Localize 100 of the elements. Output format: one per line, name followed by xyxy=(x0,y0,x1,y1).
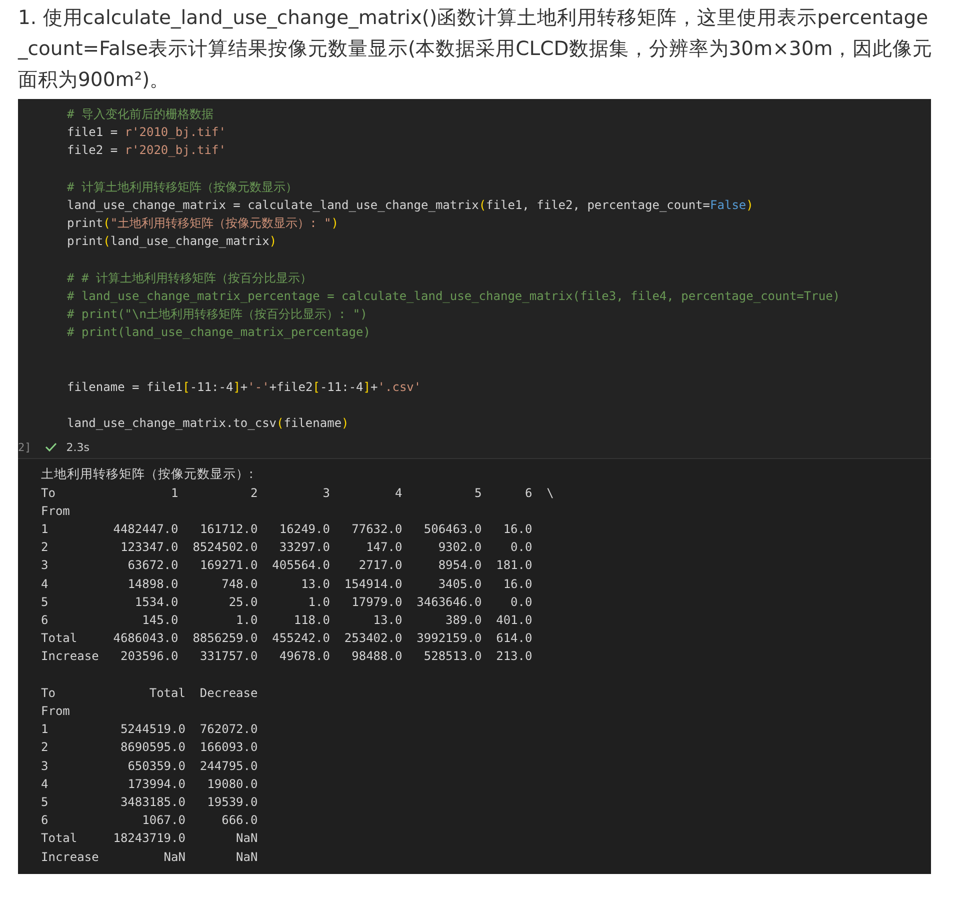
table-cell-text: 1.0 xyxy=(307,594,330,611)
row-label: 2 xyxy=(41,539,50,556)
table-cell-text: 8524502.0 xyxy=(192,539,258,556)
table-cell-text: 213.0 xyxy=(495,648,532,666)
row-label: Increase xyxy=(41,648,99,666)
code-line: file2 = r'2020_bj.tif' xyxy=(67,142,226,160)
row-label: 6 xyxy=(41,812,50,830)
code-line: # # 计算土地利用转移矩阵（按百分比显示） xyxy=(67,270,312,287)
table-cell-text: 650359.0 xyxy=(126,758,186,775)
table-cell-text: 3405.0 xyxy=(437,576,482,593)
table-cell-text: 506463.0 xyxy=(422,520,482,538)
table-cell-text: 17979.0 xyxy=(350,594,402,611)
column-header: 5 xyxy=(473,484,482,502)
table-cell-text: 748.0 xyxy=(220,576,258,593)
table-cell-text: 5244519.0 xyxy=(119,721,186,738)
table-cell-text: 1067.0 xyxy=(141,812,186,830)
table-cell-text: 19080.0 xyxy=(206,776,258,793)
table-cell-text: 173994.0 xyxy=(126,776,186,793)
code-line: # print("\n土地利用转移矩阵（按百分比显示）: ") xyxy=(67,306,368,324)
table-cell-text: 19539.0 xyxy=(206,794,258,812)
table-cell-text: 161712.0 xyxy=(198,520,258,538)
table-cell-text: 166093.0 xyxy=(198,739,258,756)
table-cell-text: 666.0 xyxy=(220,812,258,830)
table-cell-text: 16.0 xyxy=(502,520,532,538)
duration-label: 2.3s xyxy=(66,440,90,454)
code-line: # land_use_change_matrix_percentage = calculate_land_use_change_matrix(file3, file4, percentage_count=True) xyxy=(67,288,840,305)
row-label: Total xyxy=(41,830,78,848)
table-cell-text: 18243719.0 xyxy=(112,830,186,848)
column-header: Total xyxy=(148,684,186,702)
code-line: print(land_use_change_matrix) xyxy=(67,233,277,250)
table-cell-text: 0.0 xyxy=(510,594,532,611)
row-label: Total xyxy=(41,630,78,648)
code-line: # print(land_use_change_matrix_percentage) xyxy=(67,324,370,342)
table-cell-text: 528513.0 xyxy=(422,648,482,666)
table-cell-text: 49678.0 xyxy=(278,648,330,666)
table-cell-text: 181.0 xyxy=(495,557,532,574)
column-header: 4 xyxy=(394,484,402,502)
code-line: land_use_change_matrix.to_csv(filename) xyxy=(67,415,349,432)
table-cell-text: 9302.0 xyxy=(437,539,482,556)
table-cell-text: 33297.0 xyxy=(278,539,330,556)
table-cell-text: 405564.0 xyxy=(271,557,330,574)
column-header: 3 xyxy=(322,484,330,502)
table-cell-text: 0.0 xyxy=(510,539,532,556)
table-cell-text: 118.0 xyxy=(292,612,330,629)
table-cell-text: NaN xyxy=(162,848,186,866)
table-cell-text: 14898.0 xyxy=(126,576,178,593)
row-label: 2 xyxy=(41,739,50,756)
row-label: 4 xyxy=(41,776,50,793)
table-cell-text: 13.0 xyxy=(300,576,330,593)
table-cell-text: 8856259.0 xyxy=(192,630,258,648)
row-label: 6 xyxy=(41,612,50,629)
code-line: print("土地利用转移矩阵（按像元数显示）: ") xyxy=(67,215,338,232)
table-cell-text: 169271.0 xyxy=(198,557,258,574)
table-cell-text: 203596.0 xyxy=(119,648,178,666)
table-cell-text: 8954.0 xyxy=(437,557,482,574)
table-cell-text: NaN xyxy=(235,830,258,848)
table-cell-text: 4686043.0 xyxy=(112,630,178,648)
table-cell-text: 77632.0 xyxy=(350,520,402,538)
paragraph: 1. 使用calculate_land_use_change_matrix()函数计算土地利用转移矩阵，这里使用表示percentage_count=False表示计算结果按像元数量显示(本数据采用CLCD数据集，分辨率为30m×30m，因此像元面积为900m²)。 xyxy=(18,5,933,93)
table-cell-text: 614.0 xyxy=(495,630,532,648)
row-label: 4 xyxy=(41,576,50,593)
table-cell-text: 389.0 xyxy=(444,612,482,629)
table-cell-text: 154914.0 xyxy=(343,576,402,593)
table-cell-text: NaN xyxy=(235,848,258,866)
index-name: From xyxy=(41,502,71,520)
table-cell-text: 2717.0 xyxy=(358,557,402,574)
code-line: land_use_change_matrix = calculate_land_use_change_matrix(file1, file2, percentage_count=False) xyxy=(67,196,754,214)
table-cell-text: 123347.0 xyxy=(119,539,178,556)
column-header: Decrease xyxy=(198,684,258,702)
row-label: 5 xyxy=(41,794,50,812)
row-label: 1 xyxy=(41,520,50,538)
continuation-mark: \ xyxy=(546,484,554,502)
table-cell-text: 1534.0 xyxy=(134,594,178,611)
axis-label: To xyxy=(41,684,56,702)
row-label: 3 xyxy=(41,557,50,574)
code-line: file1 = r'2010_bj.tif' xyxy=(67,124,226,142)
table-cell-text: 16249.0 xyxy=(278,520,330,538)
code-line: filename = file1[-11:-4]+'-'+file2[-11:-4]+'.csv' xyxy=(67,378,422,396)
index-name: From xyxy=(41,703,71,720)
column-header: 6 xyxy=(524,484,532,502)
axis-label: To xyxy=(41,484,56,502)
table-cell-text: 762072.0 xyxy=(198,721,258,738)
table-cell-text: 1.0 xyxy=(235,612,258,629)
table-cell-text: 253402.0 xyxy=(343,630,402,648)
table-cell-text: 147.0 xyxy=(365,539,402,556)
execution-count: 2] xyxy=(18,440,32,454)
output-title: 土地利用转移矩阵（按像元数显示）: xyxy=(41,465,254,484)
table-cell-text: 63672.0 xyxy=(126,557,178,574)
table-cell-text: 244795.0 xyxy=(198,758,258,775)
table-cell-text: 25.0 xyxy=(228,594,258,611)
table-cell-text: 3463646.0 xyxy=(416,594,482,611)
table-cell-text: 3992159.0 xyxy=(416,630,482,648)
row-label: 3 xyxy=(41,758,50,775)
column-header: 2 xyxy=(250,484,258,502)
column-header: 1 xyxy=(170,484,178,502)
code-editor[interactable] xyxy=(18,99,931,436)
code-line: # 导入变化前后的栅格数据 xyxy=(67,106,214,123)
row-label: 1 xyxy=(41,721,50,738)
table-cell-text: 98488.0 xyxy=(350,648,402,666)
table-cell-text: 401.0 xyxy=(495,612,532,629)
